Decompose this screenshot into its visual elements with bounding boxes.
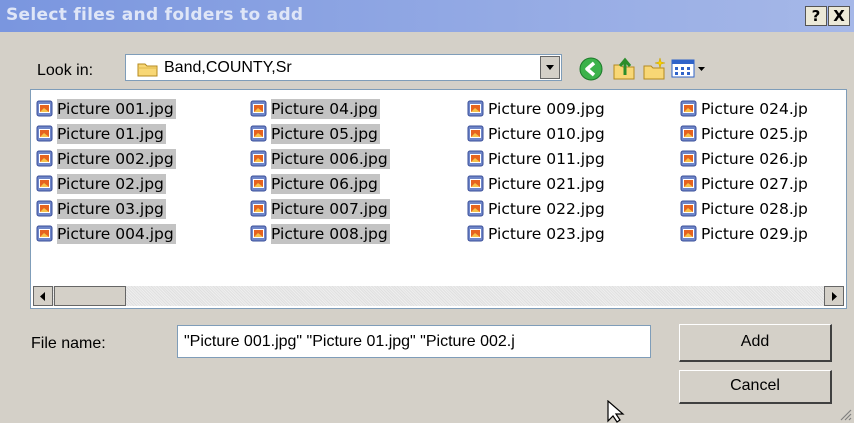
- jpg-file-icon: [250, 100, 267, 117]
- dialog-title: Select files and folders to add: [6, 5, 304, 25]
- jpg-file-icon: [680, 150, 697, 167]
- file-item-label: Picture 025.jp: [701, 125, 808, 143]
- file-item-label: Picture 004.jpg: [57, 224, 176, 244]
- jpg-file-icon: [250, 175, 267, 192]
- file-item-label: Picture 06.jpg: [271, 174, 380, 194]
- file-item-label: Picture 007.jpg: [271, 199, 390, 219]
- jpg-file-icon: [250, 225, 267, 242]
- file-item-label: Picture 04.jpg: [271, 99, 380, 119]
- file-item-label: Picture 002.jpg: [57, 149, 176, 169]
- look-in-label: Look in:: [37, 62, 94, 79]
- file-item-label: Picture 02.jpg: [57, 174, 166, 194]
- jpg-file-icon: [250, 125, 267, 142]
- jpg-file-icon: [36, 125, 53, 142]
- jpg-file-icon: [467, 200, 484, 217]
- file-item-label: Picture 03.jpg: [57, 199, 166, 219]
- jpg-file-icon: [467, 175, 484, 192]
- resize-grip-icon[interactable]: [838, 407, 852, 421]
- close-button[interactable]: X: [828, 6, 850, 26]
- jpg-file-icon: [680, 125, 697, 142]
- file-item-label: Picture 008.jpg: [271, 224, 390, 244]
- jpg-file-icon: [467, 225, 484, 242]
- title-bar[interactable]: Select files and folders to add ? X: [0, 0, 854, 32]
- view-menu-icon[interactable]: [670, 56, 710, 82]
- file-list[interactable]: Picture 001.jpg Picture 01.jpg Picture 002…: [30, 89, 847, 309]
- file-item-label: Picture 022.jpg: [488, 200, 605, 218]
- file-item-label: Picture 011.jpg: [488, 150, 605, 168]
- jpg-file-icon: [36, 100, 53, 117]
- chevron-down-icon: [546, 65, 554, 70]
- jpg-file-icon: [680, 100, 697, 117]
- jpg-file-icon: [250, 150, 267, 167]
- arrow-right-icon: [832, 292, 837, 301]
- up-folder-icon[interactable]: [611, 56, 637, 82]
- jpg-file-icon: [467, 150, 484, 167]
- jpg-file-icon: [36, 200, 53, 217]
- file-item-label: Picture 01.jpg: [57, 124, 166, 144]
- cancel-button[interactable]: Cancel: [679, 370, 832, 404]
- help-button[interactable]: ?: [805, 6, 827, 26]
- file-item-label: Picture 009.jpg: [488, 100, 605, 118]
- folder-icon: [137, 63, 158, 77]
- file-item-label: Picture 001.jpg: [57, 99, 176, 119]
- mouse-cursor-icon: [607, 400, 625, 423]
- jpg-file-icon: [467, 100, 484, 117]
- jpg-file-icon: [680, 200, 697, 217]
- file-item-label: Picture 027.jp: [701, 175, 808, 193]
- look-in-dropdown[interactable]: Band,COUNTY,Sr: [125, 54, 562, 81]
- new-folder-icon[interactable]: [642, 56, 668, 82]
- jpg-file-icon: [680, 225, 697, 242]
- file-name-input[interactable]: "Picture 001.jpg" "Picture 01.jpg" "Pict…: [177, 325, 651, 358]
- jpg-file-icon: [250, 200, 267, 217]
- arrow-left-icon: [40, 292, 45, 301]
- back-icon[interactable]: [578, 56, 604, 82]
- look-in-value: Band,COUNTY,Sr: [164, 59, 292, 76]
- look-in-dropdown-button[interactable]: [540, 56, 560, 79]
- horizontal-scrollbar[interactable]: [33, 286, 844, 306]
- add-button[interactable]: Add: [679, 324, 832, 362]
- jpg-file-icon: [36, 225, 53, 242]
- file-item-label: Picture 021.jpg: [488, 175, 605, 193]
- file-item-label: Picture 010.jpg: [488, 125, 605, 143]
- file-item-label: Picture 006.jpg: [271, 149, 390, 169]
- jpg-file-icon: [467, 125, 484, 142]
- file-item-label: Picture 029.jp: [701, 225, 808, 243]
- file-item-label: Picture 05.jpg: [271, 124, 380, 144]
- scroll-right-button[interactable]: [824, 286, 844, 306]
- file-item-label: Picture 024.jp: [701, 100, 808, 118]
- file-item-label: Picture 028.jp: [701, 200, 808, 218]
- file-name-label: File name:: [31, 335, 106, 352]
- jpg-file-icon: [680, 175, 697, 192]
- scroll-thumb[interactable]: [54, 286, 126, 306]
- file-item-label: Picture 026.jp: [701, 150, 808, 168]
- file-name-value: "Picture 001.jpg" "Picture 01.jpg" "Pict…: [184, 333, 515, 350]
- jpg-file-icon: [36, 175, 53, 192]
- scroll-left-button[interactable]: [33, 286, 53, 306]
- jpg-file-icon: [36, 150, 53, 167]
- file-item-label: Picture 023.jpg: [488, 225, 605, 243]
